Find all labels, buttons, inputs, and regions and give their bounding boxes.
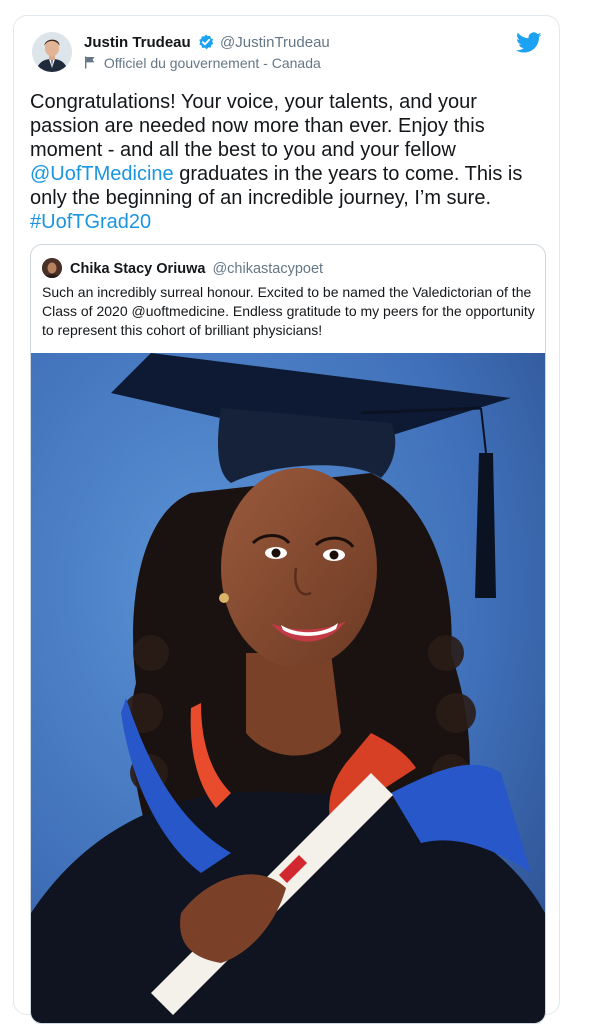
quoted-tweet-header: Chika Stacy Oriuwa @chikastacypoet [42, 258, 323, 278]
quoted-tweet-text: Such an incredibly surreal honour. Excit… [42, 284, 535, 338]
author-handle[interactable]: @JustinTrudeau [220, 34, 330, 51]
quoted-author-name[interactable]: Chika Stacy Oriuwa [70, 261, 205, 277]
tweet-text-part1: Congratulations! Your voice, your talent… [30, 91, 485, 161]
quoted-author-avatar[interactable] [42, 258, 62, 278]
tweet-header: Justin Trudeau @JustinTrudeau Officiel d… [32, 30, 542, 80]
tweet-body: Congratulations! Your voice, your talent… [30, 90, 550, 234]
government-label-text: Officiel du gouvernement - Canada [103, 55, 321, 71]
government-label: Officiel du gouvernement - Canada [84, 55, 321, 72]
twitter-bird-icon[interactable] [516, 32, 542, 54]
tweet-card[interactable]: Justin Trudeau @JustinTrudeau Officiel d… [13, 15, 560, 1024]
quoted-author-handle[interactable]: @chikastacypoet [212, 261, 323, 277]
author-name-row: Justin Trudeau @JustinTrudeau [84, 34, 330, 52]
quoted-tweet[interactable]: Chika Stacy Oriuwa @chikastacypoet Such … [30, 244, 546, 1024]
hashtag-link[interactable]: #UofTGrad20 [30, 211, 151, 233]
government-flag-icon [84, 56, 96, 69]
author-avatar[interactable] [32, 32, 72, 72]
mention-link[interactable]: @UofTMedicine [30, 163, 174, 185]
verified-badge-icon [198, 34, 214, 50]
graduation-photo[interactable] [31, 353, 545, 1023]
author-display-name[interactable]: Justin Trudeau [84, 34, 191, 51]
